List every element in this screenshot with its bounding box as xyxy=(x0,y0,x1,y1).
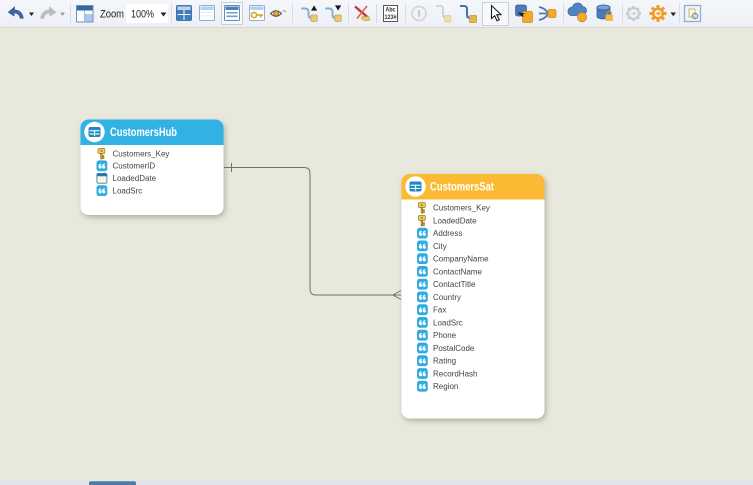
svg-text:LoadSrc: LoadSrc xyxy=(433,318,463,327)
svg-text:Country: Country xyxy=(433,293,461,302)
svg-text:RecordHash: RecordHash xyxy=(433,369,477,378)
svg-text:Rating: Rating xyxy=(433,357,456,366)
svg-text:Customers_Key: Customers_Key xyxy=(113,149,170,158)
svg-text:Customers_Key: Customers_Key xyxy=(433,204,490,213)
svg-text:LoadedDate: LoadedDate xyxy=(113,174,157,183)
svg-text:City: City xyxy=(433,242,447,251)
svg-text:LoadSrc: LoadSrc xyxy=(113,187,143,196)
svg-text:Fax: Fax xyxy=(433,306,446,315)
svg-text:Phone: Phone xyxy=(433,331,457,340)
svg-text:ContactName: ContactName xyxy=(433,267,482,276)
svg-text:Abc: Abc xyxy=(386,8,397,14)
svg-text:Zoom: Zoom xyxy=(100,9,124,21)
svg-text:CustomersHub: CustomersHub xyxy=(110,127,177,139)
svg-text:CompanyName: CompanyName xyxy=(433,255,489,264)
svg-text:100%: 100% xyxy=(131,9,154,21)
svg-text:LoadedDate: LoadedDate xyxy=(433,216,477,225)
svg-text:123#: 123# xyxy=(385,15,398,21)
svg-text:Address: Address xyxy=(433,229,462,238)
svg-text:Region: Region xyxy=(433,382,458,391)
svg-text:CustomersSat: CustomersSat xyxy=(430,182,494,194)
svg-text:ContactTitle: ContactTitle xyxy=(433,280,476,289)
svg-text:CustomerID: CustomerID xyxy=(113,162,156,171)
svg-text:PostalCode: PostalCode xyxy=(433,344,475,353)
